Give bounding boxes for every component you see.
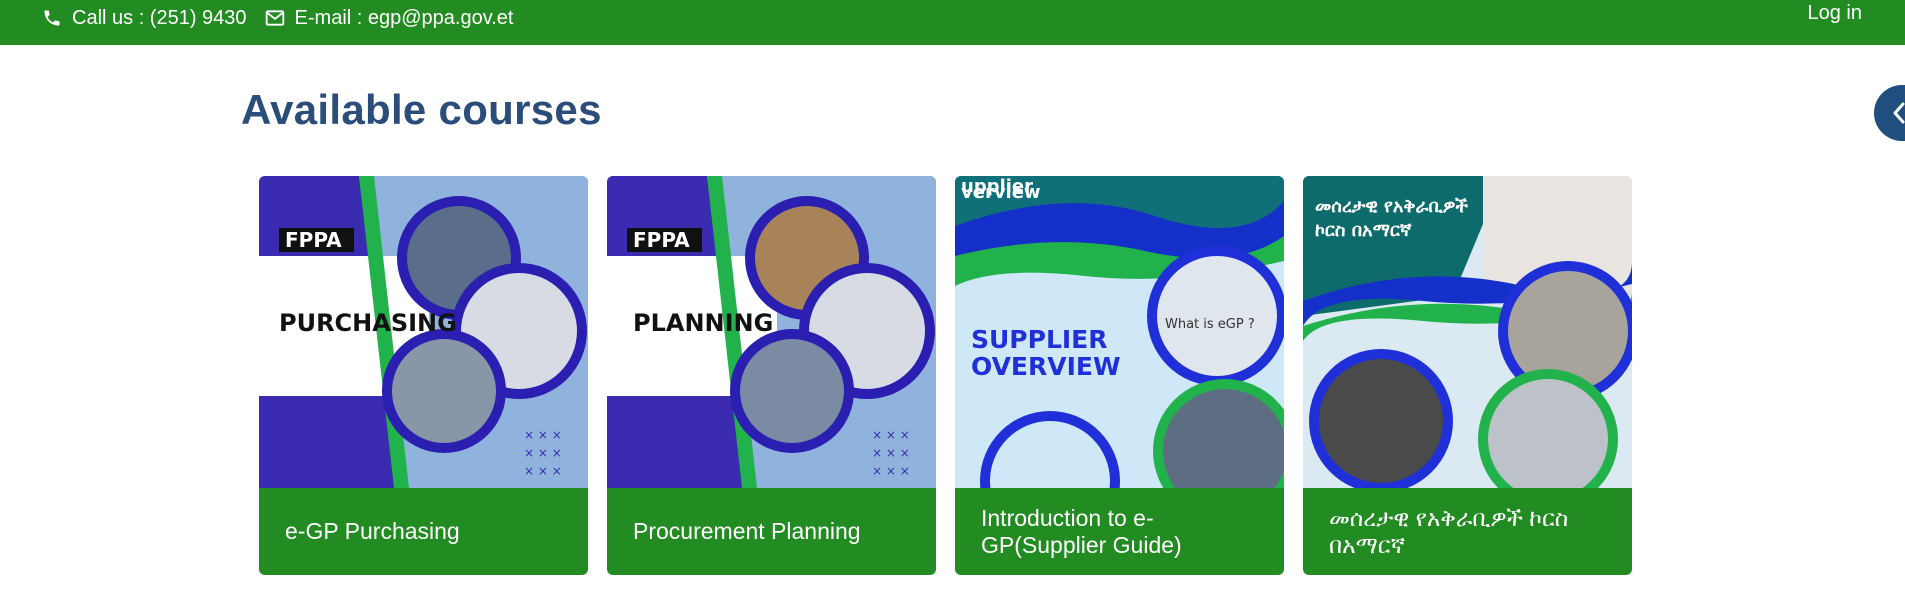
- svg-text:× × ×: × × ×: [872, 428, 910, 442]
- drawer-toggle-button[interactable]: [1874, 85, 1905, 141]
- chevron-left-icon: [1893, 102, 1905, 124]
- image-banner-text: PLANNING: [633, 309, 773, 337]
- course-card[interactable]: upplier verview What is eGP ? SUPPLIER O…: [955, 176, 1284, 575]
- svg-text:× × ×: × × ×: [524, 428, 562, 442]
- course-card[interactable]: መሰረታዊ የአቅራቢዎች ኮርስ በአማርኛ መሰረታዊ የአቅራቢዎች ኮር…: [1303, 176, 1632, 575]
- image-logo-text: FPPA: [633, 228, 690, 252]
- svg-text:× × ×: × × ×: [524, 446, 562, 460]
- login-link[interactable]: Log in: [1808, 2, 1863, 25]
- course-card-footer: Procurement Planning: [607, 488, 936, 575]
- svg-text:× × ×: × × ×: [524, 464, 562, 478]
- course-card[interactable]: FPPA PLANNING × × × × × × × × × Procuremen…: [607, 176, 936, 575]
- course-title[interactable]: Introduction to e-GP(Supplier Guide): [981, 505, 1258, 559]
- image-screen-text: What is eGP ?: [1165, 317, 1255, 332]
- image-banner-top2-text: verview: [961, 182, 1041, 203]
- phone-text: Call us : (251) 9430: [72, 6, 247, 29]
- svg-text:× × ×: × × ×: [872, 446, 910, 460]
- page-title: Available courses: [241, 86, 602, 133]
- course-card-footer: መሰረታዊ የአቅራቢዎች ኮርስ በአማርኛ: [1303, 488, 1632, 575]
- phone-icon: [42, 8, 62, 28]
- image-banner-text: PURCHASING: [279, 309, 457, 337]
- course-image: መሰረታዊ የአቅራቢዎች ኮርስ በአማርኛ: [1303, 176, 1632, 488]
- image-line-2: ኮርስ በአማርኛ: [1315, 220, 1412, 241]
- image-headline-2: OVERVIEW: [971, 352, 1121, 381]
- top-bar: Call us : (251) 9430 E-mail : egp@ppa.go…: [0, 0, 1905, 45]
- course-title[interactable]: e-GP Purchasing: [285, 518, 460, 545]
- email-text: E-mail : egp@ppa.gov.et: [294, 6, 514, 29]
- image-headline-1: SUPPLIER: [971, 325, 1108, 354]
- course-title[interactable]: መሰረታዊ የአቅራቢዎች ኮርስ በአማርኛ: [1329, 505, 1606, 559]
- svg-text:× × ×: × × ×: [872, 464, 910, 478]
- image-line-1: መሰረታዊ የአቅራቢዎች: [1315, 196, 1468, 217]
- contact-info: Call us : (251) 9430 E-mail : egp@ppa.go…: [42, 0, 531, 36]
- course-image: FPPA PURCHASING × × × × × × × × ×: [259, 176, 588, 488]
- envelope-icon: [265, 9, 285, 27]
- course-card-footer: e-GP Purchasing: [259, 488, 588, 575]
- course-image: FPPA PLANNING × × × × × × × × ×: [607, 176, 936, 488]
- course-title[interactable]: Procurement Planning: [633, 518, 861, 545]
- course-card[interactable]: FPPA PURCHASING × × × × × × × × × e-GP Pur…: [259, 176, 588, 575]
- course-image: upplier verview What is eGP ? SUPPLIER O…: [955, 176, 1284, 488]
- course-card-footer: Introduction to e-GP(Supplier Guide): [955, 488, 1284, 575]
- image-logo-text: FPPA: [285, 228, 342, 252]
